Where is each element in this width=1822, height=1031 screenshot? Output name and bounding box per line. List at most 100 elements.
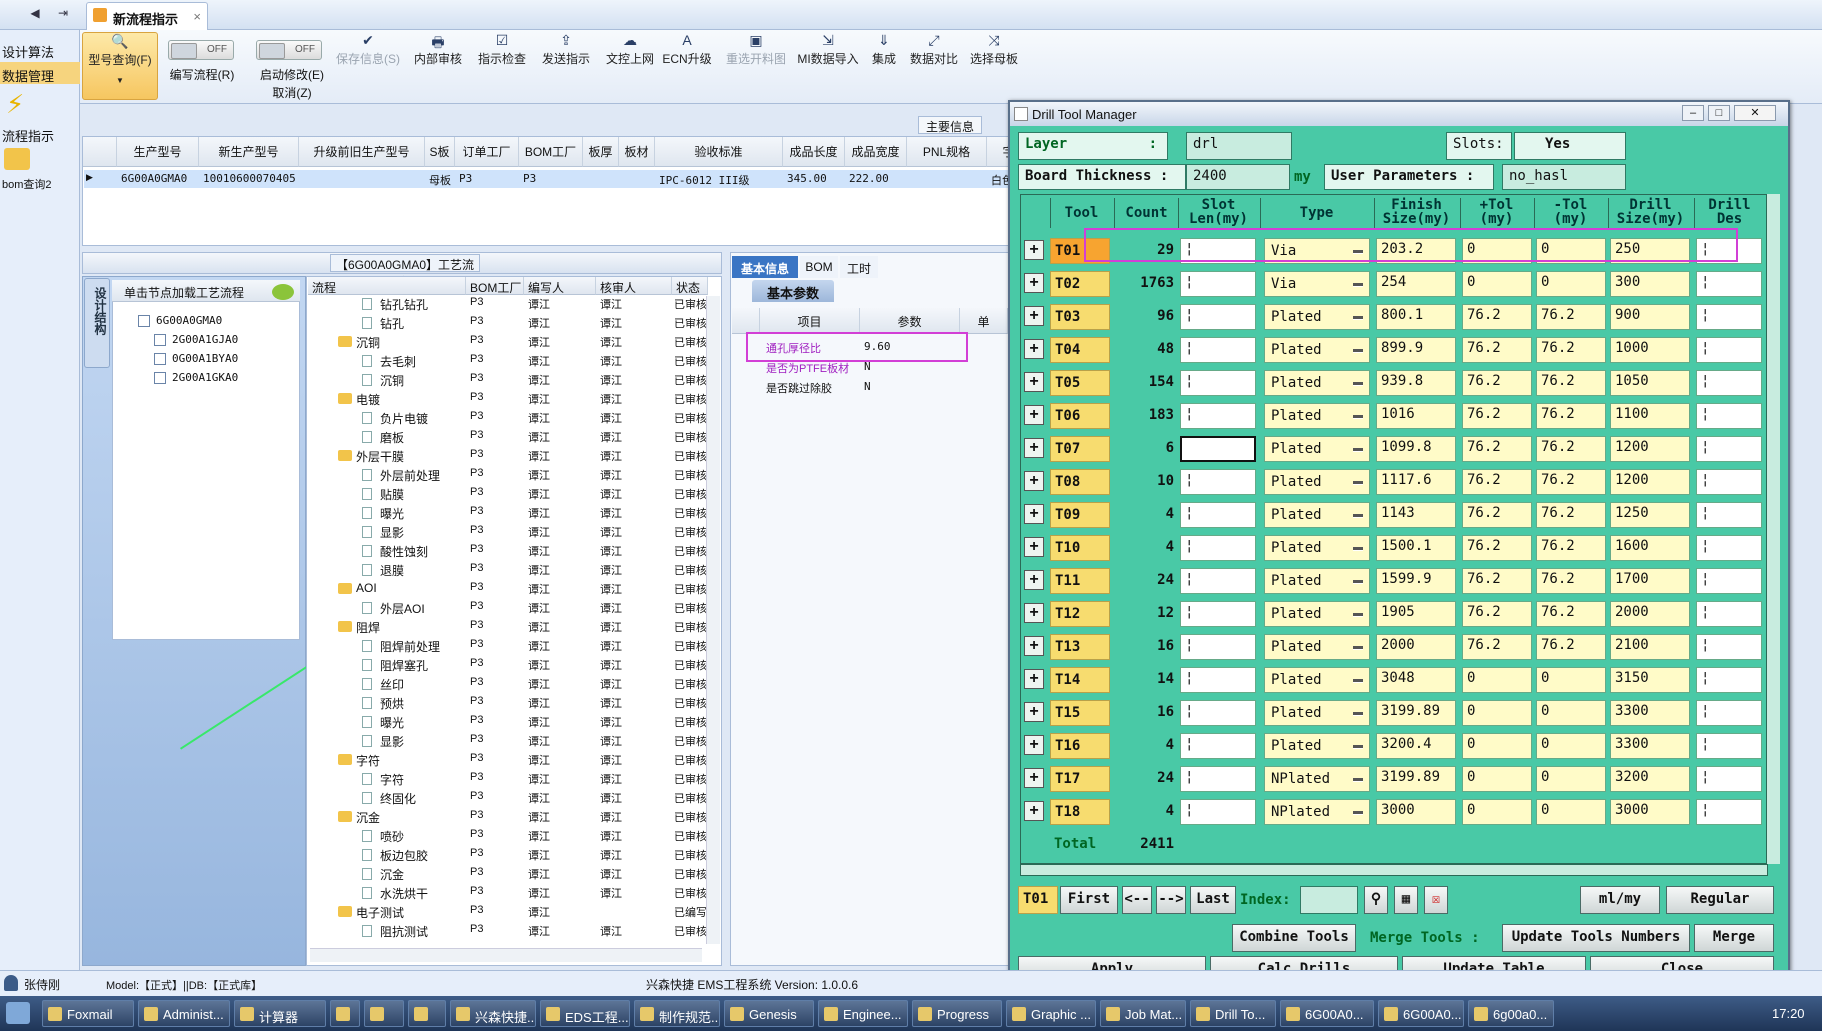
drill-des-input[interactable]: ¦ <box>1696 370 1762 396</box>
drill-input[interactable]: 3300 <box>1610 700 1690 726</box>
expand-icon[interactable]: + <box>1024 240 1044 260</box>
process-cell-reviewer[interactable]: 谭江 <box>600 600 622 616</box>
process-cell-writer[interactable]: 谭江 <box>528 581 550 597</box>
tool-cell[interactable]: T05 <box>1050 370 1110 396</box>
expand-icon[interactable]: + <box>1024 471 1044 491</box>
product-header[interactable]: PNL规格 <box>907 137 987 167</box>
process-cell-bom[interactable]: P3 <box>470 562 483 574</box>
process-cell-bom[interactable]: P3 <box>470 467 483 479</box>
info-tab[interactable]: BOM <box>800 256 838 278</box>
ptol-input[interactable]: 76.2 <box>1462 634 1532 660</box>
process-cell-status[interactable]: 已审核 <box>674 505 706 521</box>
process-cell-reviewer[interactable]: 谭江 <box>600 790 622 806</box>
product-header[interactable]: 验收标准 <box>655 137 783 167</box>
process-cell-reviewer[interactable]: 谭江 <box>600 543 622 559</box>
process-cell-status[interactable]: 已审核 <box>674 391 706 407</box>
type-select[interactable]: NPlated <box>1264 766 1370 792</box>
product-header[interactable]: 升级前旧生产型号 <box>299 137 425 167</box>
tab-close-icon[interactable]: × <box>193 9 201 24</box>
product-header[interactable]: 板厚 <box>583 137 619 167</box>
finish-input[interactable]: 1599.9 <box>1376 568 1456 594</box>
process-cell-writer[interactable]: 谭江 <box>528 296 550 312</box>
drill-v-scrollbar[interactable] <box>1766 194 1780 864</box>
type-select[interactable]: Plated <box>1264 700 1370 726</box>
process-cell-status[interactable]: 已审核 <box>674 410 706 426</box>
process-cell-name[interactable]: 电镀 <box>356 391 380 408</box>
ntol-input[interactable]: 0 <box>1536 799 1606 825</box>
process-cell-status[interactable]: 已审核 <box>674 733 706 749</box>
process-cell-bom[interactable]: P3 <box>470 790 483 802</box>
process-cell-bom[interactable]: P3 <box>470 809 483 821</box>
process-cell-bom[interactable]: P3 <box>470 429 483 441</box>
taskbar-item[interactable]: Job Mat... <box>1100 1000 1186 1027</box>
expand-icon[interactable]: + <box>1024 372 1044 392</box>
slot-len-input[interactable]: ¦ <box>1180 469 1256 495</box>
slot-len-input[interactable]: ¦ <box>1180 766 1256 792</box>
tool-cell[interactable]: T16 <box>1050 733 1110 759</box>
ptol-input[interactable]: 0 <box>1462 271 1532 297</box>
expand-icon[interactable]: + <box>1024 306 1044 326</box>
process-cell-reviewer[interactable]: 谭江 <box>600 828 622 844</box>
process-cell-name[interactable]: 贴膜 <box>380 486 404 503</box>
process-cell-reviewer[interactable]: 谭江 <box>600 581 622 597</box>
drill-des-input[interactable]: ¦ <box>1696 568 1762 594</box>
product-cell[interactable]: 222.00 <box>849 172 905 185</box>
process-h-scrollbar[interactable] <box>310 948 702 962</box>
drill-des-input[interactable]: ¦ <box>1696 667 1762 693</box>
process-cell-status[interactable]: 已审核 <box>674 657 706 673</box>
ptol-input[interactable]: 0 <box>1462 667 1532 693</box>
process-cell-bom[interactable]: P3 <box>470 847 483 859</box>
type-select[interactable]: Plated <box>1264 370 1370 396</box>
drill-input[interactable]: 2100 <box>1610 634 1690 660</box>
expand-icon[interactable]: + <box>1024 636 1044 656</box>
process-cell-bom[interactable]: P3 <box>470 771 483 783</box>
process-cell-writer[interactable]: 谭江 <box>528 315 550 331</box>
process-cell-name[interactable]: 外层AOI <box>380 600 425 617</box>
process-cell-status[interactable]: 已审核 <box>674 828 706 844</box>
taskbar-item[interactable] <box>330 1000 360 1027</box>
process-cell-status[interactable]: 已审核 <box>674 448 706 464</box>
slot-len-input[interactable]: ¦ <box>1180 304 1256 330</box>
taskbar-item[interactable]: 6G00A0... <box>1280 1000 1374 1027</box>
process-cell-reviewer[interactable]: 谭江 <box>600 752 622 768</box>
process-cell-status[interactable]: 已审核 <box>674 847 706 863</box>
tool-cell[interactable]: T10 <box>1050 535 1110 561</box>
process-cell-name[interactable]: 丝印 <box>380 676 404 693</box>
units-select[interactable]: ml/my <box>1580 886 1660 914</box>
process-cell-bom[interactable]: P3 <box>470 486 483 498</box>
process-cell-writer[interactable]: 谭江 <box>528 600 550 616</box>
process-cell-writer[interactable]: 谭江 <box>528 790 550 806</box>
update-tools-numbers-select[interactable]: Update Tools Numbers <box>1502 924 1690 952</box>
process-cell-name[interactable]: 阻焊前处理 <box>380 638 440 655</box>
merge-button[interactable]: Merge <box>1694 924 1774 952</box>
drill-input[interactable]: 3150 <box>1610 667 1690 693</box>
finish-input[interactable]: 1099.8 <box>1376 436 1456 462</box>
process-cell-status[interactable]: 已审核 <box>674 467 706 483</box>
process-cell-writer[interactable]: 谭江 <box>528 714 550 730</box>
slot-len-input[interactable]: ¦ <box>1180 337 1256 363</box>
tab-basic-params[interactable]: 基本参数 <box>752 280 834 302</box>
tool-cell[interactable]: T07 <box>1050 436 1110 462</box>
slot-len-input[interactable]: ¦ <box>1180 370 1256 396</box>
ntol-input[interactable]: 0 <box>1536 766 1606 792</box>
taskbar-item[interactable]: Drill To... <box>1190 1000 1276 1027</box>
process-cell-status[interactable]: 已审核 <box>674 923 706 939</box>
info-tab[interactable]: 基本信息 <box>732 256 798 278</box>
process-cell-status[interactable]: 已审核 <box>674 334 706 350</box>
slot-len-input[interactable]: ¦ <box>1180 799 1256 825</box>
process-cell-writer[interactable]: 谭江 <box>528 638 550 654</box>
process-cell-status[interactable]: 已审核 <box>674 543 706 559</box>
type-select[interactable]: Plated <box>1264 535 1370 561</box>
taskbar-item[interactable] <box>364 1000 404 1027</box>
process-cell-reviewer[interactable]: 谭江 <box>600 505 622 521</box>
process-cell-bom[interactable]: P3 <box>470 600 483 612</box>
drill-input[interactable]: 1000 <box>1610 337 1690 363</box>
product-header[interactable]: BOM工厂 <box>519 137 583 167</box>
ribbon-button-4[interactable]: 🖶 内部审核 <box>408 32 468 96</box>
finish-input[interactable]: 1905 <box>1376 601 1456 627</box>
drill-input[interactable]: 300 <box>1610 271 1690 297</box>
product-header[interactable]: 成品宽度 <box>845 137 907 167</box>
drill-input[interactable]: 3300 <box>1610 733 1690 759</box>
ribbon-button-11[interactable]: ⇓ 集成 <box>864 32 904 96</box>
ribbon-button-8[interactable]: A ECN升级 <box>662 32 712 96</box>
